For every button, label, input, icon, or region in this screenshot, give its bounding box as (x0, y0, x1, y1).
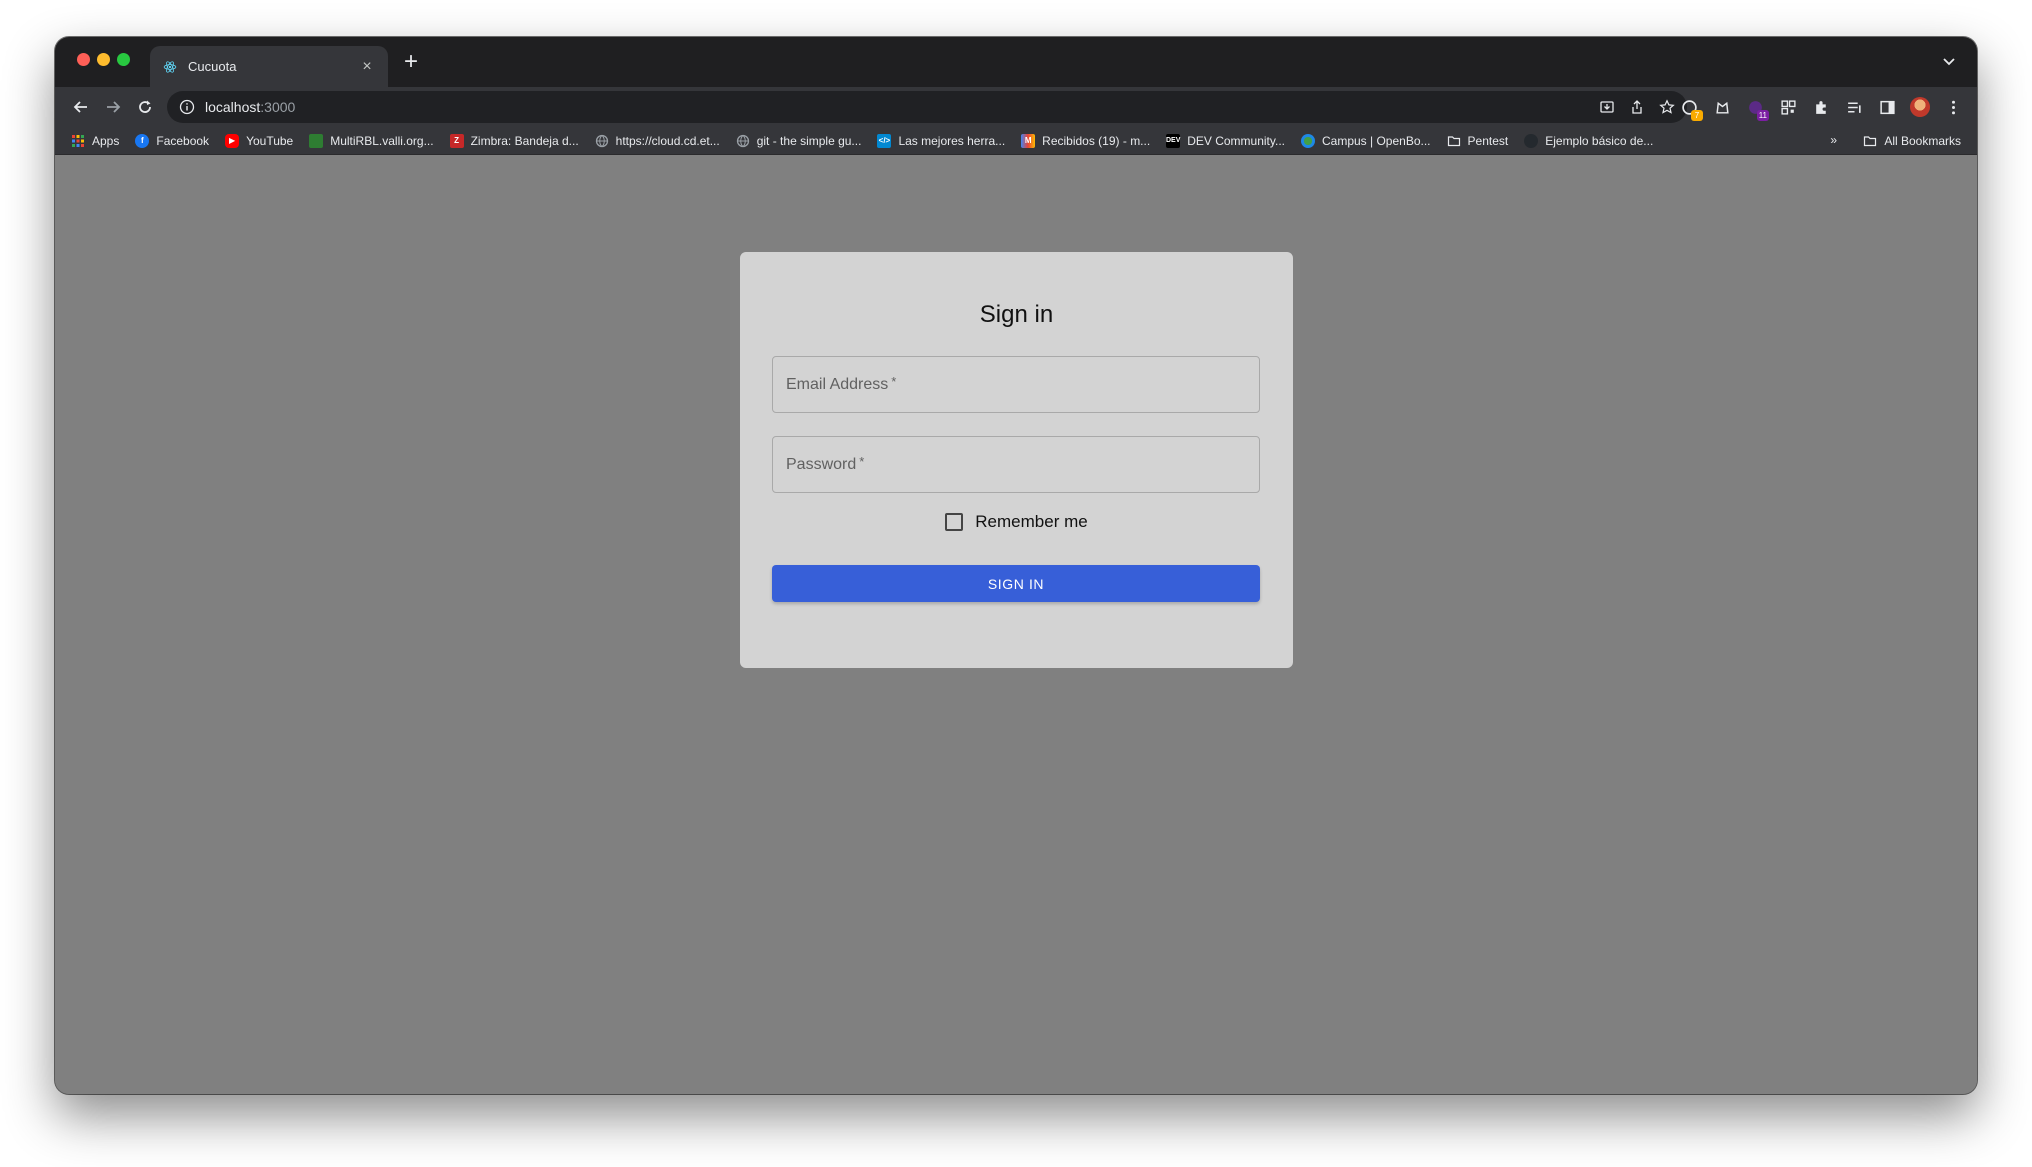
site-info-icon[interactable] (179, 99, 195, 115)
bookmark-ejemplo[interactable]: Ejemplo básico de... (1524, 133, 1654, 148)
bookmark-label: YouTube (246, 133, 294, 148)
reading-list-icon[interactable] (1844, 97, 1864, 117)
extensions-puzzle-icon[interactable] (1811, 97, 1831, 117)
folder-icon (1447, 134, 1461, 148)
bookmark-dev-community[interactable]: DEV DEV Community... (1166, 133, 1285, 148)
bookmark-label: https://cloud.cd.et... (615, 133, 720, 148)
back-icon[interactable] (65, 91, 97, 123)
tab-search-chevron-icon[interactable] (1941, 53, 1957, 69)
bookmark-label: Recibidos (19) - m... (1042, 133, 1151, 148)
bookmark-zimbra[interactable]: Z Zimbra: Bandeja d... (449, 133, 579, 148)
browser-toolbar: localhost:3000 7 11 (55, 87, 1977, 127)
minimize-window-button[interactable] (97, 53, 110, 66)
apps-grid-icon (71, 134, 85, 148)
bookmark-label: Pentest (1467, 133, 1509, 148)
bookmark-star-icon[interactable] (1659, 99, 1675, 115)
react-icon (162, 59, 178, 75)
bookmarks-bar: Apps f Facebook ▶ YouTube MultiRBL.valli… (55, 127, 1977, 155)
forward-icon[interactable] (97, 91, 129, 123)
bookmark-facebook[interactable]: f Facebook (135, 133, 210, 148)
extension-icon-3[interactable]: 11 (1745, 97, 1769, 121)
bookmark-label: Ejemplo básico de... (1545, 133, 1654, 148)
page-content: Sign in Email Address * Password * Remembe… (55, 155, 1977, 1094)
bookmark-herramientas[interactable]: </> Las mejores herra... (877, 133, 1006, 148)
code-icon: </> (877, 133, 892, 148)
facebook-icon: f (135, 133, 150, 148)
install-app-icon[interactable] (1599, 99, 1615, 115)
bookmark-label: DEV Community... (1187, 133, 1285, 148)
bookmark-youtube[interactable]: ▶ YouTube (225, 133, 294, 148)
email-field[interactable]: Email Address * (772, 356, 1260, 413)
extension-badge-1: 7 (1691, 110, 1703, 121)
tab-cucuota[interactable]: Cucuota × (150, 46, 388, 87)
password-field[interactable]: Password * (772, 436, 1260, 493)
remember-me-row: Remember me (740, 512, 1293, 532)
bookmark-label: MultiRBL.valli.org... (330, 133, 434, 148)
extensions-area: 7 11 (1679, 91, 1963, 123)
github-icon (1524, 133, 1539, 148)
password-label: Password (786, 455, 857, 473)
sign-in-button[interactable]: SIGN IN (772, 565, 1260, 602)
reload-icon[interactable] (129, 91, 161, 123)
required-marker: * (891, 374, 897, 389)
close-window-button[interactable] (77, 53, 90, 66)
zimbra-icon: Z (449, 133, 464, 148)
profile-avatar[interactable] (1910, 97, 1930, 117)
youtube-icon: ▶ (225, 133, 240, 148)
bookmark-label: Apps (92, 133, 120, 148)
bookmark-folder-pentest[interactable]: Pentest (1447, 133, 1509, 148)
bookmarks-overflow-chevron-icon[interactable]: » (1830, 133, 1837, 147)
extension-icon-1[interactable]: 7 (1679, 97, 1703, 121)
bookmark-apps[interactable]: Apps (71, 134, 119, 148)
extension-icon-2[interactable] (1712, 97, 1732, 117)
browser-window: Cucuota × + localhost:3000 7 11 Apps f … (55, 37, 1977, 1094)
extension-badge-3: 11 (1756, 110, 1769, 121)
remember-me-checkbox[interactable] (945, 513, 964, 531)
globe-icon (736, 134, 750, 148)
bookmark-gmail[interactable]: M Recibidos (19) - m... (1021, 133, 1151, 148)
tab-strip: Cucuota × + (55, 37, 1977, 87)
remember-me-label[interactable]: Remember me (975, 512, 1087, 532)
share-icon[interactable] (1629, 99, 1645, 115)
close-tab-icon[interactable]: × (358, 58, 376, 76)
bookmark-label: Campus | OpenBo... (1322, 133, 1431, 148)
required-marker: * (859, 454, 865, 469)
folder-icon (1863, 134, 1877, 148)
new-tab-button[interactable]: + (399, 50, 423, 75)
side-panel-icon[interactable] (1877, 97, 1897, 117)
signin-card: Sign in Email Address * Password * Remembe… (740, 252, 1293, 668)
bookmark-multirbl[interactable]: MultiRBL.valli.org... (309, 133, 434, 148)
bookmark-cloud[interactable]: https://cloud.cd.et... (595, 134, 720, 148)
multirbl-icon (309, 133, 324, 148)
signin-title: Sign in (979, 301, 1054, 328)
globe-icon (595, 134, 609, 148)
bookmark-git-guide[interactable]: git - the simple gu... (736, 133, 862, 148)
address-bar[interactable]: localhost:3000 (167, 91, 1687, 123)
email-label: Email Address (786, 375, 889, 393)
tab-title: Cucuota (188, 59, 237, 74)
url-port: :3000 (260, 99, 296, 115)
bookmark-label: Las mejores herra... (898, 133, 1006, 148)
maximize-window-button[interactable] (117, 53, 130, 66)
campus-icon (1301, 133, 1315, 148)
dev-icon: DEV (1166, 133, 1180, 148)
bookmark-label: git - the simple gu... (756, 133, 862, 148)
all-bookmarks-label: All Bookmarks (1884, 134, 1961, 148)
bookmark-campus[interactable]: Campus | OpenBo... (1301, 133, 1431, 148)
bookmark-label: Facebook (156, 133, 210, 148)
qr-code-icon[interactable] (1778, 97, 1798, 117)
bookmark-label: Zimbra: Bandeja d... (470, 133, 579, 148)
gmail-icon: M (1021, 133, 1036, 148)
all-bookmarks-folder[interactable]: All Bookmarks (1863, 127, 1961, 155)
menu-kebab-icon[interactable] (1943, 97, 1963, 117)
url-host: localhost (205, 99, 261, 115)
